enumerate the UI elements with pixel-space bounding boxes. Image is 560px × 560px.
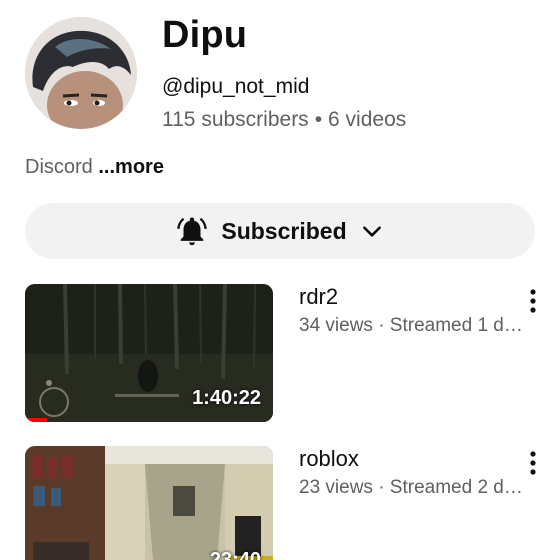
- subscriber-count: 115 subscribers: [162, 108, 309, 131]
- video-item[interactable]: 1:40:22 rdr2 34 views · Streamed 1 day a…: [25, 284, 545, 424]
- chevron-down-icon: [362, 226, 381, 237]
- description-text: Discord: [25, 156, 93, 178]
- hallway-scene-thumbnail: [25, 446, 273, 560]
- avatar-photo: [25, 17, 137, 129]
- subscribed-label: Subscribed: [221, 217, 347, 244]
- video-item[interactable]: 23:40 roblox 23 views · Streamed 2 days …: [25, 446, 545, 560]
- video-title[interactable]: rdr2: [299, 284, 338, 310]
- stats-separator: •: [314, 108, 323, 131]
- channel-description[interactable]: Discord ...more: [25, 156, 164, 179]
- video-meta: 23 views · Streamed 2 days ago: [299, 477, 531, 498]
- video-count: 6 videos: [328, 108, 407, 131]
- watch-progress-bar: [25, 418, 48, 422]
- channel-handle: @dipu_not_mid: [162, 75, 310, 98]
- channel-avatar[interactable]: [25, 17, 137, 129]
- video-title[interactable]: roblox: [299, 446, 359, 472]
- description-more-link[interactable]: ...more: [98, 156, 164, 178]
- channel-stats: 115 subscribers • 6 videos: [162, 108, 406, 132]
- video-duration: 1:40:22: [192, 387, 261, 409]
- more-vertical-icon[interactable]: [525, 450, 541, 476]
- bell-icon: [177, 217, 208, 246]
- video-thumbnail[interactable]: 23:40: [25, 446, 273, 560]
- subscribed-button[interactable]: Subscribed: [25, 203, 535, 259]
- channel-page: Dipu @dipu_not_mid 115 subscribers • 6 vid…: [0, 0, 560, 560]
- video-thumbnail[interactable]: 1:40:22: [25, 284, 273, 422]
- video-meta: 34 views · Streamed 1 day ago: [299, 315, 531, 336]
- channel-name: Dipu: [162, 14, 248, 56]
- video-duration: 23:40: [209, 549, 261, 560]
- more-vertical-icon[interactable]: [525, 288, 541, 314]
